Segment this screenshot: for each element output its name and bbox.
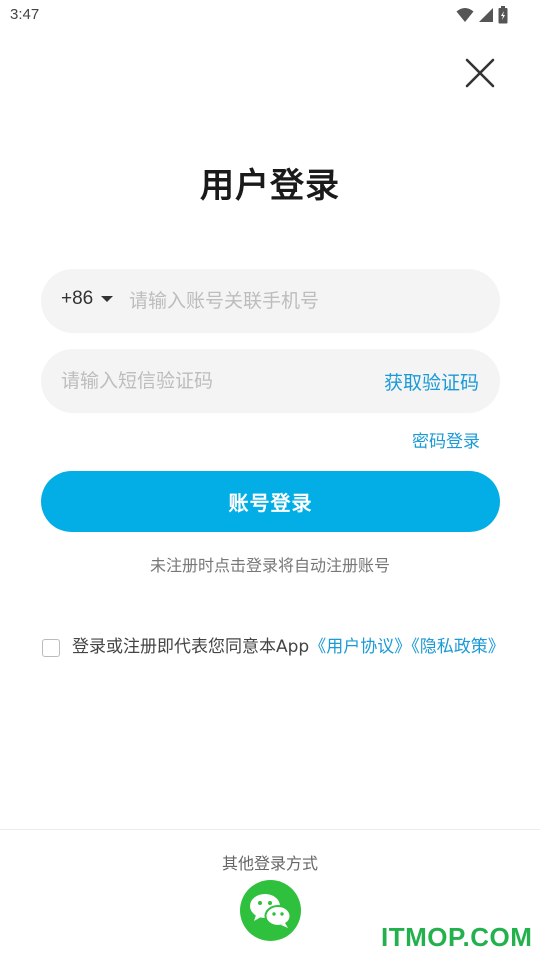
login-button[interactable]: 账号登录 — [41, 471, 500, 532]
caret-down-icon — [101, 296, 114, 302]
battery-icon — [498, 6, 508, 24]
country-code-label: +86 — [61, 288, 94, 309]
agreement-checkbox[interactable] — [42, 639, 60, 657]
get-code-button[interactable]: 获取验证码 — [384, 368, 479, 395]
wechat-login-button[interactable] — [240, 880, 301, 941]
sms-code-field: 获取验证码 — [41, 349, 500, 413]
close-button[interactable] — [462, 55, 498, 91]
country-code-selector[interactable]: +86 — [61, 288, 114, 310]
user-agreement-link[interactable]: 《用户协议》 — [309, 637, 411, 657]
status-bar: 3:47 — [0, 0, 540, 30]
status-icons — [456, 6, 508, 24]
agreement-text: 登录或注册即代表您同意本App《用户协议》《隐私政策》 — [72, 634, 512, 660]
wifi-icon — [456, 8, 474, 22]
wechat-icon — [249, 893, 291, 928]
divider — [0, 829, 540, 830]
signal-icon — [479, 8, 493, 22]
watermark: ITMOP.COM — [381, 922, 533, 952]
phone-input[interactable] — [129, 269, 479, 333]
other-login-title: 其他登录方式 — [221, 854, 318, 873]
sms-code-input[interactable] — [61, 349, 361, 413]
page-title: 用户登录 — [200, 166, 340, 206]
phone-field: +86 — [41, 269, 500, 333]
auto-register-hint: 未注册时点击登录将自动注册账号 — [149, 556, 390, 575]
close-icon — [465, 58, 495, 88]
agreement-prefix: 登录或注册即代表您同意本App — [72, 637, 310, 657]
privacy-policy-link[interactable]: 《隐私政策》 — [411, 637, 505, 657]
password-login-link[interactable]: 密码登录 — [412, 427, 480, 452]
status-time: 3:47 — [10, 6, 40, 23]
